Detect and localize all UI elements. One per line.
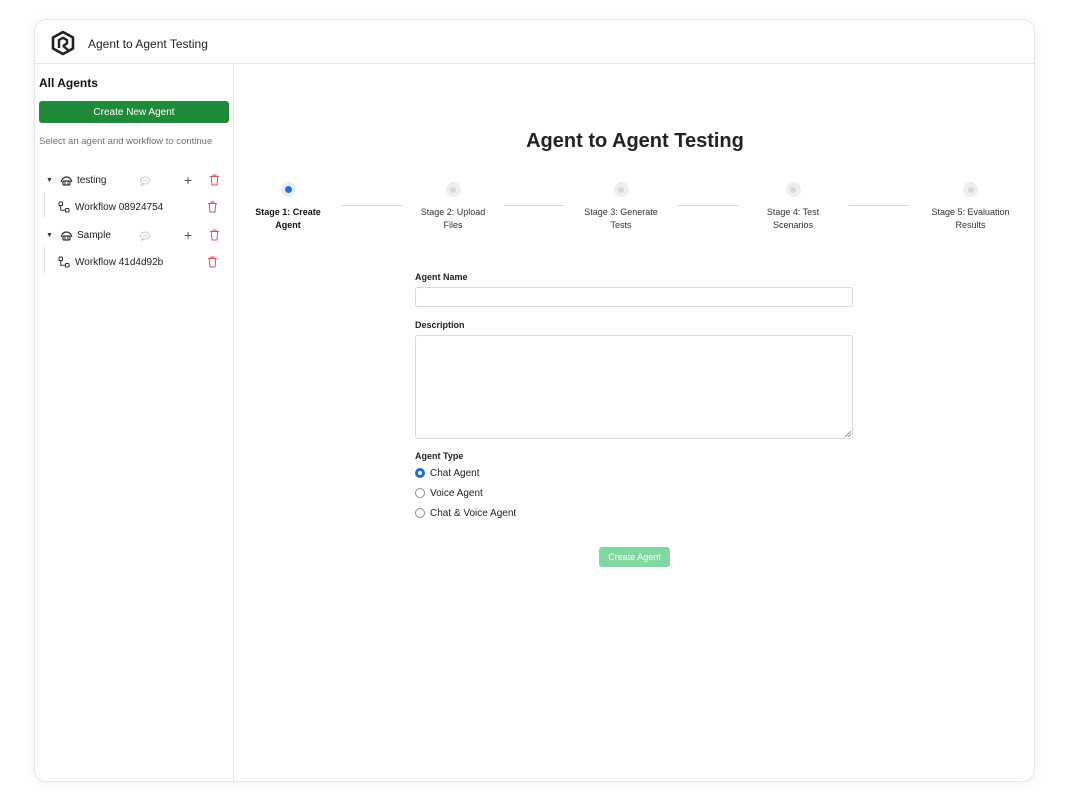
stage-4-label-line1: Stage 4: Test — [766, 207, 820, 217]
resize-handle[interactable] — [845, 431, 851, 437]
caret-down-icon[interactable]: ▼ — [46, 177, 53, 184]
hexagon-logo-icon — [51, 30, 75, 56]
stage-5: Stage 5: Evaluation Results — [918, 182, 1023, 232]
stage-2-label: Stage 2: Upload Files — [408, 206, 498, 232]
stage-3-label-line1: Stage 3: Generate — [584, 207, 658, 217]
trash-icon[interactable] — [207, 201, 218, 213]
stage-4-indicator — [785, 182, 801, 197]
stage-5-label-line1: Stage 5: Evaluation — [931, 207, 1010, 217]
stage-1-label-line2: Agent — [275, 220, 301, 230]
agent-icon — [60, 176, 73, 186]
stage-3-label-line2: Tests — [610, 220, 632, 230]
stage-connector — [849, 205, 909, 206]
workflow-row[interactable]: Workflow 41d4d92b — [35, 254, 234, 274]
agent-row-testing[interactable]: ▼ testing + — [35, 172, 234, 192]
stage-4: Stage 4: Test Scenarios — [748, 182, 838, 232]
stage-3-indicator — [613, 182, 629, 197]
page-title: Agent to Agent Testing — [526, 130, 744, 152]
stage-1-label: Stage 1: Create Agent — [243, 206, 333, 232]
stage-5-indicator — [963, 182, 978, 197]
stage-1-label-line1: Stage 1: Create — [255, 207, 321, 217]
workflow-row[interactable]: Workflow 08924754 — [35, 199, 234, 219]
agent-name-input[interactable] — [415, 287, 853, 307]
workflow-name: Workflow 08924754 — [75, 202, 164, 213]
stage-1: Stage 1: Create Agent — [243, 182, 333, 232]
stage-4-label-line2: Scenarios — [772, 220, 814, 230]
workflow-icon — [58, 201, 70, 213]
stage-connector — [342, 205, 402, 206]
stage-4-label: Stage 4: Test Scenarios — [748, 206, 838, 232]
agent-name-label: Agent Name — [415, 272, 468, 282]
top-bar: Agent to Agent Testing — [35, 20, 1034, 64]
stage-3: Stage 3: Generate Tests — [576, 182, 666, 232]
chat-bubble-icon[interactable] — [139, 230, 151, 242]
create-new-agent-button[interactable]: Create New Agent — [39, 101, 229, 123]
agent-type-option-chat[interactable]: Chat Agent — [415, 463, 853, 483]
app-title: Agent to Agent Testing — [88, 37, 208, 51]
agent-type-option-label: Voice Agent — [430, 487, 483, 499]
add-workflow-icon[interactable]: + — [184, 227, 192, 243]
agent-name: Sample — [77, 230, 111, 241]
agent-type-option-label: Chat Agent — [430, 467, 480, 479]
agent-type-option-voice[interactable]: Voice Agent — [415, 483, 853, 503]
stage-connector — [504, 205, 564, 206]
stage-5-label-line2: Results — [955, 220, 986, 230]
sidebar: All Agents Create New Agent Select an ag… — [35, 64, 234, 781]
radio-button[interactable] — [415, 488, 425, 498]
app-window: Agent to Agent Testing All Agents Create… — [34, 19, 1035, 782]
agent-type-option-label: Chat & Voice Agent — [430, 507, 517, 519]
stage-2-label-line2: Files — [443, 220, 463, 230]
stage-2: Stage 2: Upload Files — [408, 182, 498, 232]
agent-type-label: Agent Type — [415, 451, 464, 461]
description-label: Description — [415, 320, 465, 330]
radio-button[interactable] — [415, 508, 425, 518]
create-agent-button[interactable]: Create Agent — [599, 547, 670, 567]
stage-2-indicator — [445, 182, 461, 197]
stage-5-label: Stage 5: Evaluation Results — [918, 206, 1023, 232]
trash-icon[interactable] — [209, 229, 220, 241]
workflow-name: Workflow 41d4d92b — [75, 257, 164, 268]
caret-down-icon[interactable]: ▼ — [46, 232, 53, 239]
stage-2-label-line1: Stage 2: Upload — [420, 207, 486, 217]
stage-connector — [678, 205, 738, 206]
agent-icon — [60, 231, 73, 241]
agent-name: testing — [77, 175, 107, 186]
workflow-icon — [58, 256, 70, 268]
agent-type-option-chat-voice[interactable]: Chat & Voice Agent — [415, 503, 853, 523]
trash-icon[interactable] — [209, 174, 220, 186]
create-agent-form: Agent Name Description Agent Type Chat A… — [415, 272, 853, 523]
stage-1-indicator — [280, 182, 296, 197]
stage-3-label: Stage 3: Generate Tests — [576, 206, 666, 232]
trash-icon[interactable] — [207, 256, 218, 268]
description-textarea[interactable] — [415, 335, 853, 439]
sidebar-heading: All Agents — [39, 76, 98, 90]
main-panel: Agent to Agent Testing Stage 1: Create A… — [234, 64, 1034, 781]
agent-row-sample[interactable]: ▼ Sample + — [35, 227, 234, 247]
radio-button-selected[interactable] — [415, 468, 425, 478]
sidebar-hint: Select an agent and workflow to continue — [39, 136, 213, 147]
chat-bubble-icon[interactable] — [139, 175, 151, 187]
add-workflow-icon[interactable]: + — [184, 172, 192, 188]
